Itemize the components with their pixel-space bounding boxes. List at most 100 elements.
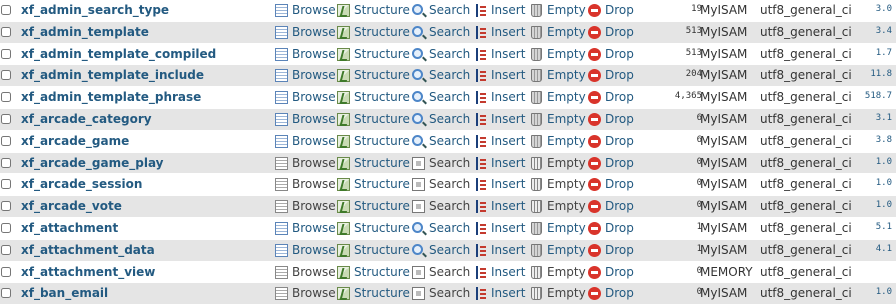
search-icon (412, 25, 423, 37)
row-checkbox[interactable] (1, 48, 11, 59)
search-label: Search (429, 68, 471, 83)
collation: utf8_general_ci (760, 220, 852, 235)
row-checkbox[interactable] (1, 266, 11, 277)
search-label: Search (429, 24, 471, 39)
row-checkbox[interactable] (1, 26, 11, 37)
insert-label: Insert (491, 286, 526, 301)
collation: utf8_general_ci (760, 24, 852, 39)
empty-label: Empty (547, 199, 586, 214)
drop-label: Drop (605, 155, 634, 170)
browse-icon (275, 91, 288, 105)
search-label: Search (429, 286, 471, 301)
collation: utf8_general_ci (760, 68, 852, 83)
empty-icon (531, 200, 542, 214)
drop-icon (588, 47, 601, 61)
drop-label: Drop (605, 46, 634, 61)
table-name-link[interactable]: xf_arcade_session (21, 177, 142, 191)
row-count: 4,365 (674, 91, 702, 102)
drop-label: Drop (605, 264, 634, 279)
insert-icon (474, 178, 487, 192)
row-checkbox[interactable] (1, 157, 11, 168)
table-row: xf_arcade_game_play Browse Structure Sea… (0, 152, 896, 175)
row-checkbox[interactable] (1, 135, 11, 146)
structure-icon (337, 265, 350, 279)
row-checkbox[interactable] (1, 92, 11, 103)
search-label: Search (429, 133, 471, 148)
table-row: xf_arcade_game Browse Structure Search I… (0, 130, 896, 153)
insert-icon (474, 25, 487, 39)
storage-engine: MEMORY (700, 264, 753, 279)
row-checkbox[interactable] (1, 201, 11, 212)
row-checkbox[interactable] (1, 5, 11, 15)
structure-label: Structure (354, 46, 410, 61)
structure-label: Structure (354, 286, 410, 301)
table-size: 3.0 (875, 4, 892, 14)
table-name-link[interactable]: xf_attachment_view (21, 265, 155, 279)
insert-label: Insert (491, 3, 526, 17)
table-name-link[interactable]: xf_arcade_game_play (21, 156, 164, 170)
structure-icon (337, 287, 350, 301)
drop-icon (588, 91, 601, 105)
structure-icon (337, 4, 350, 17)
table-row: xf_attachment_view Browse Structure Sear… (0, 261, 896, 284)
insert-label: Insert (491, 46, 526, 61)
empty-icon (531, 134, 542, 148)
table-row: xf_arcade_category Browse Structure Sear… (0, 108, 896, 131)
browse-label: Browse (292, 90, 336, 105)
storage-engine: MyISAM (700, 155, 748, 170)
row-checkbox[interactable] (1, 70, 11, 81)
storage-engine: MyISAM (700, 24, 748, 39)
table-size: 1.7 (875, 47, 892, 58)
browse-label: Browse (292, 220, 336, 235)
empty-label: Empty (547, 264, 586, 279)
storage-engine: MyISAM (700, 46, 748, 61)
empty-label: Empty (547, 242, 586, 257)
empty-icon (531, 91, 542, 105)
browse-icon (275, 156, 288, 170)
table-name-link[interactable]: xf_admin_search_type (21, 3, 169, 17)
table-name-link[interactable]: xf_attachment_data (21, 243, 155, 257)
table-row: xf_admin_template_include Browse Structu… (0, 65, 896, 88)
insert-icon (474, 4, 487, 17)
browse-label: Browse (292, 177, 336, 192)
row-checkbox[interactable] (1, 288, 11, 299)
structure-label: Structure (354, 68, 410, 83)
table-name-link[interactable]: xf_arcade_category (21, 112, 152, 126)
table-name-link[interactable]: xf_attachment (21, 221, 118, 235)
drop-icon (588, 200, 601, 214)
browse-icon (275, 25, 288, 39)
drop-icon (588, 156, 601, 170)
row-checkbox[interactable] (1, 244, 11, 255)
search-icon (412, 178, 425, 192)
collation: utf8_general_ci (760, 199, 852, 214)
table-row: xf_attachment_data Browse Structure Sear… (0, 239, 896, 262)
row-checkbox[interactable] (1, 113, 11, 124)
table-name-link[interactable]: xf_admin_template (21, 25, 149, 39)
drop-label: Drop (605, 111, 634, 126)
storage-engine: MyISAM (700, 199, 748, 214)
browse-label: Browse (292, 24, 336, 39)
table-row: xf_admin_search_type Browse Structure Se… (0, 0, 896, 22)
table-size: 4.1 (875, 243, 892, 254)
table-name-link[interactable]: xf_arcade_game (21, 134, 129, 148)
row-checkbox[interactable] (1, 222, 11, 233)
table-name-link[interactable]: xf_admin_template_include (21, 68, 204, 82)
row-checkbox[interactable] (1, 179, 11, 190)
structure-icon (337, 47, 350, 61)
table-name-link[interactable]: xf_ban_email (21, 286, 108, 300)
table-row: xf_arcade_vote Browse Structure Search I… (0, 196, 896, 218)
collation: utf8_general_ci (760, 90, 852, 105)
table-name-link[interactable]: xf_admin_template_phrase (21, 90, 201, 104)
browse-label: Browse (292, 286, 336, 301)
structure-label: Structure (354, 24, 410, 39)
structure-label: Structure (354, 177, 410, 192)
table-name-link[interactable]: xf_admin_template_compiled (21, 47, 216, 61)
storage-engine: MyISAM (700, 286, 748, 301)
structure-icon (337, 134, 350, 148)
insert-icon (474, 221, 487, 235)
search-icon (412, 243, 423, 255)
empty-label: Empty (547, 90, 586, 105)
table-name-link[interactable]: xf_arcade_vote (21, 199, 122, 213)
empty-label: Empty (547, 46, 586, 61)
search-icon (412, 134, 423, 146)
